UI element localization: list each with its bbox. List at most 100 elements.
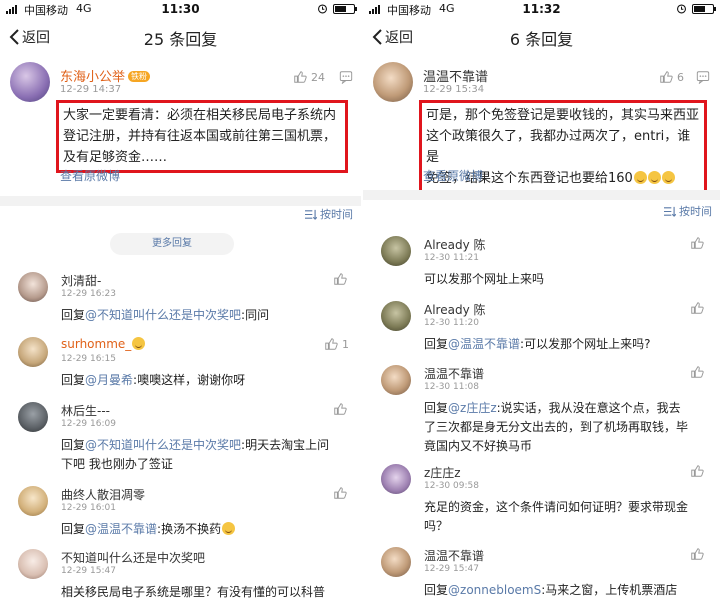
commenter-name[interactable]: surhomme_: [61, 337, 131, 351]
highlighted-post-text: 大家一定要看清：必须在相关移民局电子系统内 登记注册，并持有往返本国或前往第三国…: [56, 100, 348, 173]
commenter-name[interactable]: Already 陈: [424, 236, 485, 253]
thumb-up-icon[interactable]: [333, 402, 347, 416]
reply-prefix: 回复: [424, 583, 449, 597]
thumb-up-icon[interactable]: [690, 464, 704, 478]
reply-prefix: 回复: [61, 308, 86, 322]
battery-icon: [692, 3, 716, 14]
post-author[interactable]: 东海小公举: [60, 70, 125, 85]
mention-link[interactable]: @z庄庄z: [448, 401, 497, 415]
comment-text: 回复@不知道叫什么还是中次奖吧:同问: [61, 306, 269, 325]
comment-time: 12-30 09:58: [424, 481, 479, 491]
commenter-name[interactable]: 林后生---: [61, 402, 110, 419]
post-text-line: 可是，那个免签登记是要收钱的，其实马来西亚: [426, 108, 700, 123]
post-text-line: 大家一定要看清：必须在相关移民局电子系统内: [63, 108, 337, 123]
comment-time: 12-29 16:23: [61, 289, 116, 299]
section-divider: [0, 196, 361, 206]
list-item: surhomme_ 12-29 16:15 1 回复@月曼希:噢噢这样，谢谢你呀: [0, 337, 361, 397]
laughing-emoji-icon: [661, 171, 675, 184]
avatar[interactable]: [381, 464, 411, 494]
mention-link[interactable]: @月曼希: [85, 373, 133, 387]
comment-body: 可以发那个网址上来吗: [424, 272, 545, 286]
mention-link[interactable]: @不知道叫什么还是中次奖吧: [85, 308, 241, 322]
view-original-link[interactable]: 查看原微博: [423, 167, 483, 184]
status-time: 11:30: [161, 2, 200, 16]
thumb-up-icon[interactable]: [690, 365, 704, 379]
comment-time: 12-30 11:21: [424, 253, 479, 263]
comment-body: 相关移民局电子系统是哪里？有没有懂的可以科普: [61, 585, 326, 599]
comment-body: :噢噢这样，谢谢你呀: [133, 373, 246, 387]
page-title: 6 条回复: [509, 30, 574, 49]
more-replies-button[interactable]: 更多回复: [110, 233, 234, 255]
comment-body: :说实话，我从没在意这个点，我去: [496, 401, 681, 415]
avatar[interactable]: [18, 486, 48, 516]
list-item: z庄庄z 12-30 09:58 充足的资金，这个条件请问如何证明？要求带现金 …: [363, 464, 720, 540]
message-icon[interactable]: [339, 70, 353, 84]
post-text-line: 登记注册，并持有往返本国或前往第三国机票，: [63, 129, 337, 144]
page-title: 25 条回复: [143, 30, 218, 49]
avatar[interactable]: [10, 62, 50, 102]
thumb-up-icon[interactable]: [333, 272, 347, 286]
emoji-icon: [132, 337, 146, 350]
avatar[interactable]: [381, 301, 411, 331]
sort-label: 按时间: [679, 205, 712, 218]
commenter-name[interactable]: 曲终人散泪凋零: [61, 486, 145, 503]
comment-time: 12-29 15:47: [61, 566, 116, 576]
commenter-name[interactable]: 刘清甜-: [61, 272, 101, 289]
avatar[interactable]: [18, 272, 48, 302]
commenter-name[interactable]: Already 陈: [424, 301, 485, 318]
comment-text: 回复@温温不靠谱:可以发那个网址上来吗?: [424, 335, 650, 354]
like-button[interactable]: 6: [659, 70, 684, 84]
avatar[interactable]: [381, 547, 411, 577]
reply-prefix: 回复: [424, 337, 449, 351]
list-item: 温温不靠谱 12-29 15:47 回复@zonnebloemS:马来之窗，上传…: [363, 547, 720, 607]
view-original-link[interactable]: 查看原微博: [60, 167, 120, 184]
comment-text: 回复@z庄庄z:说实话，我从没在意这个点，我去 了三次都是身无分文出去的，到了机…: [424, 399, 688, 456]
post-author[interactable]: 温温不靠谱: [423, 66, 488, 85]
mention-link[interactable]: @不知道叫什么还是中次奖吧: [85, 438, 241, 452]
sort-by-time-button[interactable]: 按时间: [663, 203, 712, 219]
commenter-name[interactable]: 不知道叫什么还是中次奖吧: [61, 549, 205, 566]
mention-link[interactable]: @温温不靠谱: [85, 522, 157, 536]
mention-link[interactable]: @zonnebloemS: [448, 583, 541, 597]
comment-body: 吗？: [424, 519, 449, 533]
thumb-up-icon[interactable]: [690, 547, 704, 561]
thumb-up-icon[interactable]: [690, 236, 704, 250]
comment-text: 充足的资金，这个条件请问如何证明？要求带现金 吗？: [424, 498, 688, 536]
avatar[interactable]: [381, 365, 411, 395]
left-screenshot: 中国移动 4G 11:30 返回 25 条回复 东海小公举 铁粉 12-29 14…: [0, 0, 361, 607]
avatar[interactable]: [18, 549, 48, 579]
sort-by-time-button[interactable]: 按时间: [304, 206, 353, 222]
emoji-icon: [222, 522, 236, 535]
reply-prefix: 回复: [61, 522, 86, 536]
laughing-emoji-icon: [633, 171, 647, 184]
like-button[interactable]: 1: [324, 337, 349, 351]
list-item: 刘清甜- 12-29 16:23 回复@不知道叫什么还是中次奖吧:同问: [0, 272, 361, 332]
commenter-name[interactable]: z庄庄z: [424, 464, 461, 481]
thumb-up-icon[interactable]: [690, 301, 704, 315]
comment-body: 了三次都是身无分文出去的，到了机场再取钱，毕: [424, 420, 689, 434]
reply-prefix: 回复: [61, 373, 86, 387]
list-item: Already 陈 12-30 11:20 回复@温温不靠谱:可以发那个网址上来…: [363, 301, 720, 357]
fan-badge: 铁粉: [128, 71, 151, 82]
thumb-up-icon[interactable]: [333, 486, 347, 500]
commenter-name[interactable]: 温温不靠谱: [424, 547, 484, 564]
avatar[interactable]: [18, 337, 48, 367]
comment-time: 12-30 11:20: [424, 318, 479, 328]
like-button[interactable]: 24: [293, 70, 325, 84]
comment-body: :换汤不换药: [157, 522, 222, 536]
comment-text: 相关移民局电子系统是哪里？有没有懂的可以科普: [61, 583, 325, 602]
thumb-up-icon: [324, 337, 338, 351]
avatar[interactable]: [18, 402, 48, 432]
status-time: 11:32: [522, 2, 561, 16]
alarm-icon: [318, 4, 327, 14]
battery-icon: [333, 3, 357, 14]
avatar[interactable]: [373, 62, 413, 102]
mention-link[interactable]: @温温不靠谱: [448, 337, 520, 351]
commenter-name[interactable]: 温温不靠谱: [424, 365, 484, 382]
nav-bar: 返回 6 条回复: [363, 18, 720, 56]
right-screenshot: 中国移动 4G 11:32 返回 6 条回复 温温不靠谱 12-29 15:34…: [363, 0, 720, 607]
message-icon[interactable]: [696, 70, 710, 84]
comment-body: :马来之窗，上传机票酒店: [541, 583, 678, 597]
list-item: 不知道叫什么还是中次奖吧 12-29 15:47 相关移民局电子系统是哪里？有没…: [0, 549, 361, 607]
avatar[interactable]: [381, 236, 411, 266]
